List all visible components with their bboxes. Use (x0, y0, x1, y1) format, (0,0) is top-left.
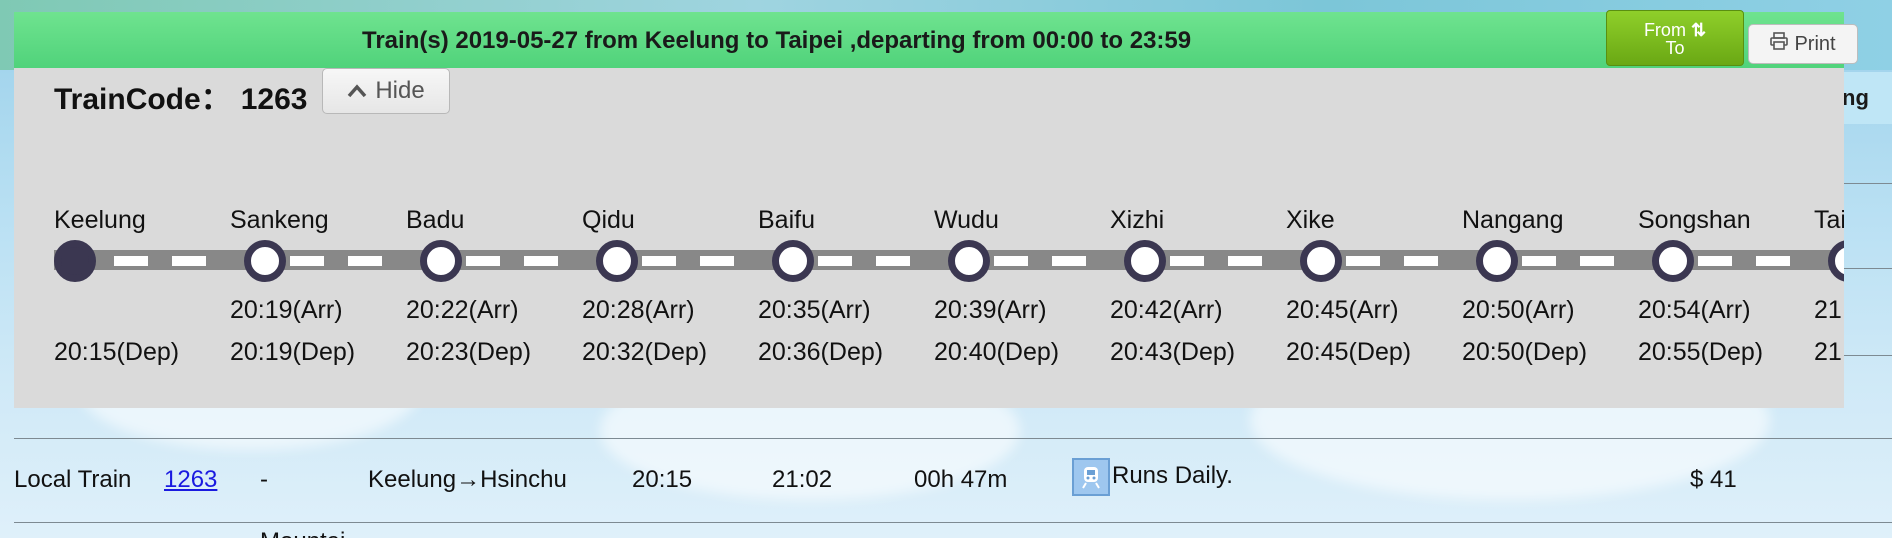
train-type: Local Train (14, 466, 132, 493)
station-marker (1124, 240, 1166, 282)
track-dash (1052, 256, 1086, 266)
station-arrival-time: 20:19(Arr) (230, 296, 343, 324)
table-divider (14, 438, 1892, 439)
arrival-time: 21:02 (772, 466, 833, 493)
table-divider (1842, 355, 1892, 356)
track-dash (1170, 256, 1204, 266)
station-marker (244, 240, 286, 282)
track-dash (818, 256, 852, 266)
hide-button[interactable]: Hide (322, 68, 450, 114)
track-dash (1580, 256, 1614, 266)
station-arrival-time: 20:42(Arr) (1110, 296, 1223, 324)
swap-arrows-icon: ⇅ (1690, 20, 1707, 40)
station-marker (1652, 240, 1694, 282)
station-departure-time: 20:50(Dep) (1462, 338, 1588, 366)
from-label: From (1643, 20, 1686, 40)
hide-label: Hide (375, 77, 425, 104)
fare: $ 41 (1690, 466, 1737, 493)
origin-station-marker (54, 240, 96, 282)
station-arrival-time: 20:35(Arr) (758, 296, 871, 324)
track-dash (524, 256, 558, 266)
table-divider (1842, 183, 1892, 184)
station-marker (948, 240, 990, 282)
next-row-fragment-text: Mountai (260, 528, 345, 538)
route-text: Keelung→Hsinchu (368, 466, 567, 493)
column-header-fragment-label: ng (1842, 85, 1869, 110)
track-dash (994, 256, 1028, 266)
station-arrival-time: 20:39(Arr) (934, 296, 1047, 324)
station-name: Sankeng (230, 206, 329, 234)
table-divider (1842, 268, 1892, 269)
track-dash (172, 256, 206, 266)
next-row-fragment: Mountai (260, 528, 345, 538)
station-name: Wudu (934, 206, 999, 234)
column-header-fragment: ng (1842, 72, 1892, 124)
station-name: Badu (406, 206, 465, 234)
track-dash (290, 256, 324, 266)
train-stops-popup: TrainCode： 1263 Hide Keelung 20:15(Dep) San… (14, 68, 1844, 408)
station-arrival-time: 20:22(Arr) (406, 296, 519, 324)
station-name: Keelung (54, 206, 146, 234)
station-marker (1300, 240, 1342, 282)
station-departure-time: 20:36(Dep) (758, 338, 884, 366)
print-label: Print (1794, 32, 1836, 55)
train-code-link[interactable]: 1263 (164, 466, 217, 494)
swap-from-to-button[interactable]: From ⇅ To (1606, 10, 1744, 66)
train-icon (1072, 458, 1110, 496)
station-name: Baifu (758, 206, 815, 234)
track-dash (1756, 256, 1790, 266)
station-arrival-time: 20:50(Arr) (1462, 296, 1575, 324)
results-title: Train(s) 2019-05-27 from Keelung to Taip… (362, 27, 1192, 54)
train-code-heading: TrainCode： 1263 (54, 74, 307, 118)
station-marker (420, 240, 462, 282)
row-dash: - (260, 466, 268, 493)
track-dash (642, 256, 676, 266)
train-code-label: TrainCode： (54, 83, 231, 116)
departure-time: 20:15 (632, 466, 693, 493)
train-code-link-label[interactable]: 1263 (164, 466, 217, 493)
train-code-value: 1263 (240, 83, 308, 116)
track-dash (876, 256, 910, 266)
station-departure-time: 20:15(Dep) (54, 338, 180, 366)
station-name: Qidu (582, 206, 635, 234)
station-name: Xizhi (1110, 206, 1165, 234)
station-departure-time: 20:43(Dep) (1110, 338, 1236, 366)
station-departure-time: 20:32(Dep) (582, 338, 708, 366)
station-departure-time: 20:45(Dep) (1286, 338, 1412, 366)
track-dash (348, 256, 382, 266)
station-departure-time: 20:23(Dep) (406, 338, 532, 366)
station-departure-time: 21:0 (1814, 338, 1844, 366)
travel-duration: 00h 47m (914, 466, 1008, 493)
station-marker (1476, 240, 1518, 282)
table-divider (14, 522, 1892, 523)
station-marker (596, 240, 638, 282)
track-dash (114, 256, 148, 266)
station-name: Xike (1286, 206, 1335, 234)
station-departure-time: 20:40(Dep) (934, 338, 1060, 366)
station-arrival-time: 20:45(Arr) (1286, 296, 1399, 324)
track-dash (466, 256, 500, 266)
station-arrival-time: 21:0 (1814, 296, 1844, 324)
station-departure-time: 20:19(Dep) (230, 338, 356, 366)
chevron-up-icon (347, 77, 367, 105)
track-dash (700, 256, 734, 266)
track-dash (1404, 256, 1438, 266)
print-button[interactable]: Print (1748, 24, 1858, 64)
station-name: Songshan (1638, 206, 1751, 234)
track-dash (1522, 256, 1556, 266)
track-dash (1346, 256, 1380, 266)
to-label: To (1665, 38, 1685, 58)
station-departure-time: 20:55(Dep) (1638, 338, 1764, 366)
station-name: Nangang (1462, 206, 1564, 234)
service-note: Runs Daily. (1112, 462, 1233, 489)
station-arrival-time: 20:54(Arr) (1638, 296, 1751, 324)
station-arrival-time: 20:28(Arr) (582, 296, 695, 324)
printer-icon (1770, 32, 1789, 56)
station-marker (772, 240, 814, 282)
station-name: Taip (1814, 206, 1844, 234)
track-dash (1698, 256, 1732, 266)
track-dash (1228, 256, 1262, 266)
station-marker (1828, 240, 1844, 282)
